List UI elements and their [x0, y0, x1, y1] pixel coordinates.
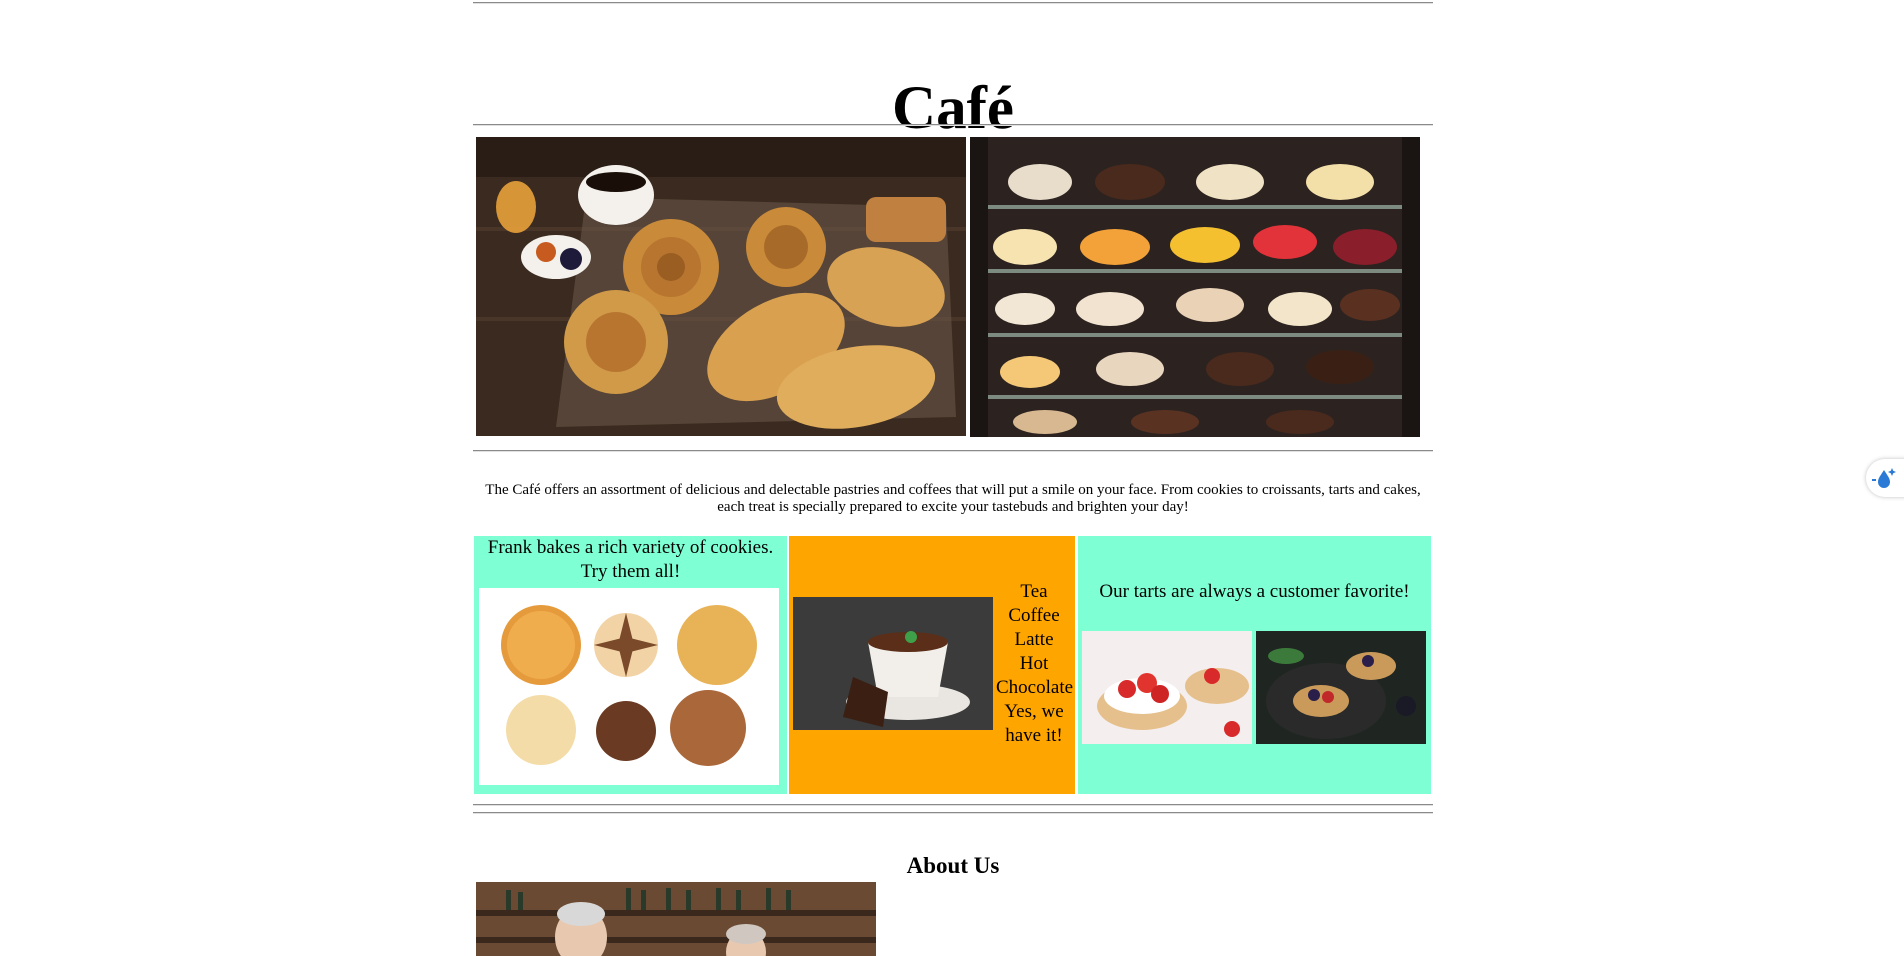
features-divider-top [473, 804, 1433, 806]
water-drop-sparkle-icon [1872, 468, 1896, 488]
intro-text: The Café offers an assortment of delicio… [485, 482, 1421, 515]
pastries-photo [476, 137, 966, 436]
cookies-photo [479, 588, 779, 785]
drink-item: Chocolate [996, 677, 1074, 698]
page-title: Café [892, 74, 1014, 142]
drink-item: Yes, we [1004, 701, 1064, 722]
cakes-display-photo [970, 137, 1420, 437]
cafe-page: Café The Café offers an assortment of de… [0, 0, 1904, 956]
owners-photo [476, 882, 876, 956]
cookies-caption: Frank bakes a rich variety of cookies. T… [487, 537, 774, 582]
about-heading: About Us [906, 853, 1000, 879]
drinks-list: Tea Coffee Latte Hot Chocolate Yes, we h… [996, 580, 1074, 748]
drink-item: Latte [1014, 629, 1054, 650]
strawberry-tarts-photo [1082, 631, 1252, 744]
hero-divider [473, 450, 1433, 452]
drink-item: have it! [1005, 725, 1063, 746]
drink-item: Tea [1020, 581, 1048, 602]
accessibility-widget-button[interactable] [1866, 459, 1904, 497]
top-divider [473, 2, 1433, 4]
tarts-caption: Our tarts are always a customer favorite… [1099, 581, 1410, 602]
features-divider-bottom [473, 812, 1433, 814]
drink-item: Coffee [1008, 605, 1060, 626]
berry-tarts-photo [1256, 631, 1426, 744]
hot-chocolate-photo [793, 597, 993, 730]
title-divider [473, 124, 1433, 126]
drink-item: Hot [1019, 653, 1049, 674]
